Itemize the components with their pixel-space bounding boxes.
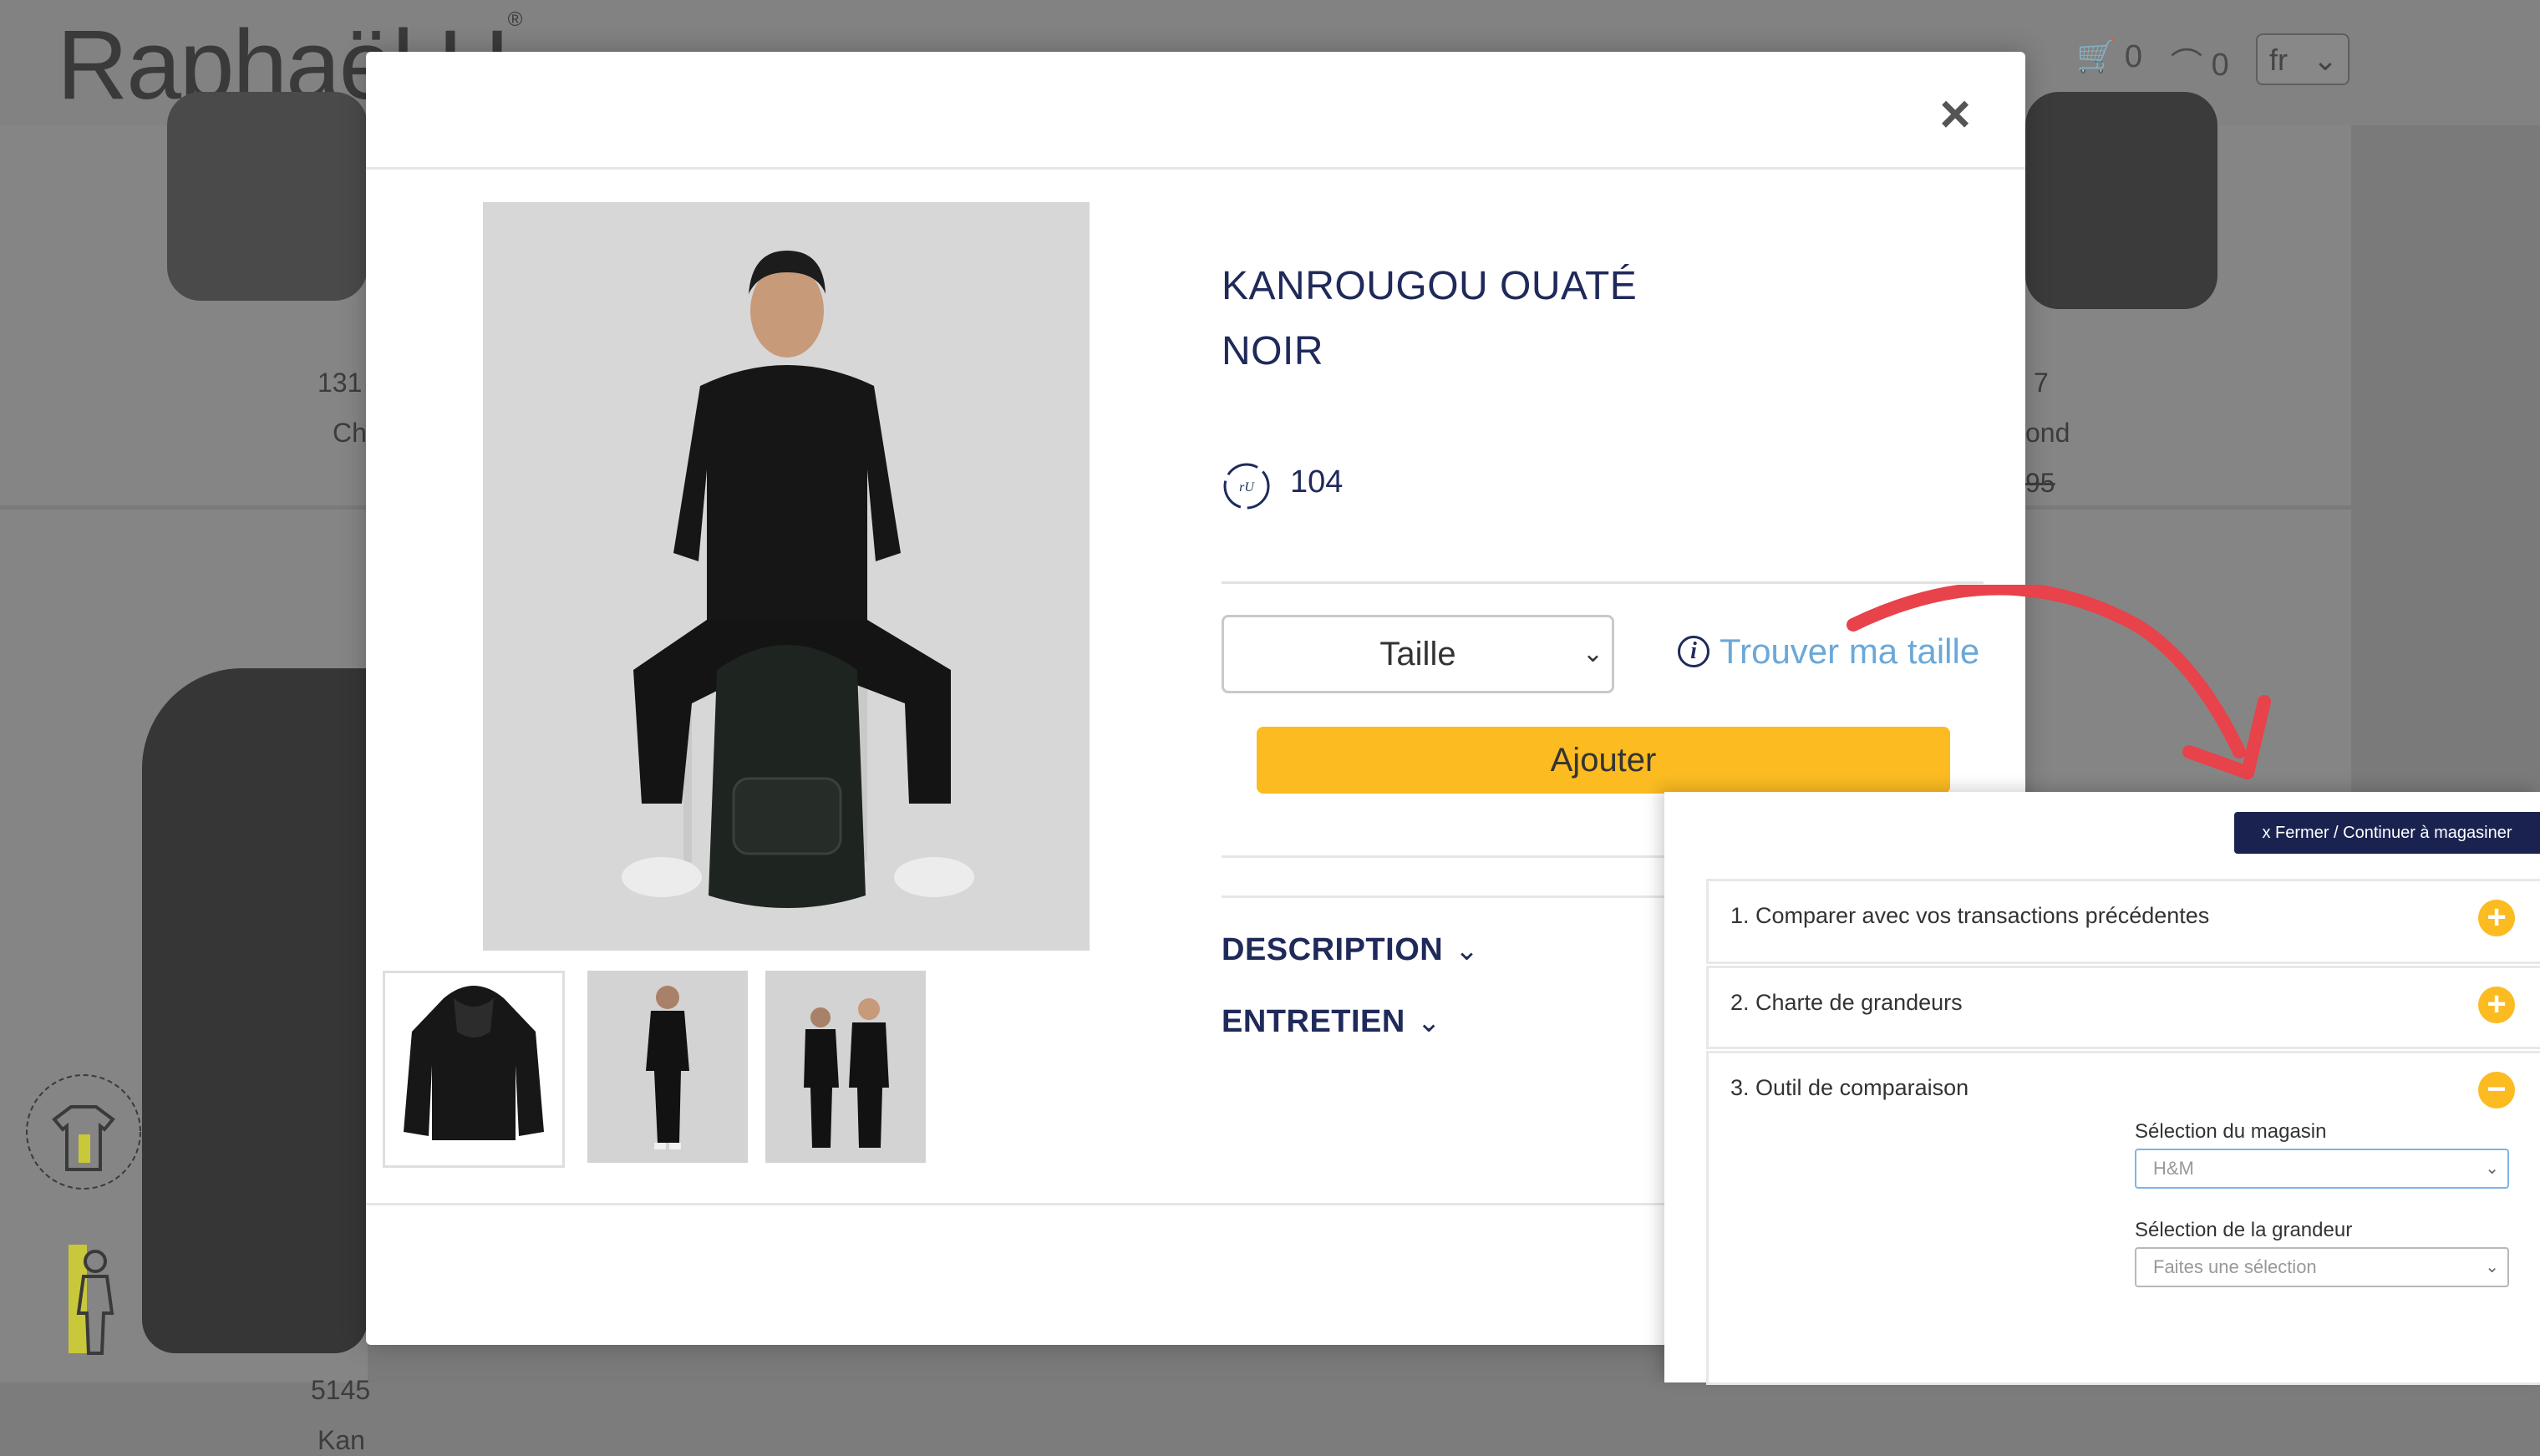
close-icon[interactable]: × <box>1930 87 1980 140</box>
size-select[interactable]: Taille ⌄ <box>1222 615 1614 693</box>
info-icon: i <box>1678 636 1709 667</box>
size-comparison-select[interactable]: Faites une sélection ⌄ <box>2135 1247 2509 1287</box>
divider <box>1222 581 1984 584</box>
language-select[interactable]: fr ⌄ <box>2256 33 2350 85</box>
product-card[interactable]: 7 ond 95 <box>2025 92 2351 505</box>
product-code: 7 <box>2034 368 2049 398</box>
wishlist-count: 0 <box>2211 48 2229 83</box>
thumbnail-couple[interactable] <box>765 971 926 1163</box>
product-image <box>142 668 368 1353</box>
section-size-chart[interactable]: 2. Charte de grandeurs + <box>1706 966 2540 1049</box>
accordion-description[interactable]: DESCRIPTION ⌄ <box>1222 932 1479 968</box>
product-price: 95 <box>2025 468 2055 498</box>
wishlist-button[interactable]: ⌒ 0 <box>2171 38 2229 84</box>
product-name: ond <box>2025 418 2070 448</box>
size-select-label: Sélection de la grandeur <box>2135 1219 2353 1241</box>
minus-icon[interactable]: − <box>2478 1072 2515 1108</box>
chevron-down-icon: ⌄ <box>1416 1007 1441 1038</box>
chevron-down-icon: ⌄ <box>1582 640 1603 667</box>
cart-icon: 🛒 <box>2076 39 2116 74</box>
store-select[interactable]: H&M ⌄ <box>2135 1149 2509 1189</box>
plus-icon[interactable]: + <box>2478 987 2515 1023</box>
chevron-down-icon: ⌄ <box>1455 935 1480 966</box>
thumbnail-hoodie[interactable] <box>383 971 565 1168</box>
size-finder-panel: x Fermer / Continuer à magasiner 1. Comp… <box>1664 792 2540 1385</box>
product-image <box>167 92 368 301</box>
product-name: Kan <box>318 1425 365 1455</box>
svg-text:rU: rU <box>1239 480 1255 495</box>
section-compare-transactions[interactable]: 1. Comparer avec vos transactions précéd… <box>1706 879 2540 964</box>
recycled-badge-icon <box>26 1074 141 1190</box>
product-code: 131 <box>318 368 363 398</box>
accordion-care[interactable]: ENTRETIEN ⌄ <box>1222 1004 1441 1040</box>
cart-count: 0 <box>2124 39 2143 74</box>
product-name: Ch <box>333 418 367 448</box>
divider <box>366 167 2025 170</box>
product-card[interactable]: 131 Ch <box>0 92 368 505</box>
thumbnail-woman-standing[interactable] <box>587 971 748 1163</box>
chevron-down-icon: ⌄ <box>2485 1159 2499 1178</box>
product-title: KANROUGOU OUATÉ NOIR <box>1222 264 1638 373</box>
annotation-arrow-icon <box>1847 585 2271 779</box>
product-code: 5145 <box>311 1375 371 1405</box>
product-image <box>2025 92 2217 309</box>
loyalty-points-icon: rU <box>1223 463 1270 510</box>
store-select-label: Sélection du magasin <box>2135 1120 2327 1143</box>
chevron-down-icon: ⌄ <box>2485 1258 2499 1276</box>
chevron-down-icon: ⌄ <box>2312 43 2338 77</box>
close-continue-shopping-button[interactable]: x Fermer / Continuer à magasiner <box>2234 812 2540 854</box>
plus-icon[interactable]: + <box>2478 900 2515 936</box>
hanger-icon: ⌒ <box>2171 48 2203 83</box>
loyalty-points-value: 104 <box>1290 464 1344 500</box>
product-main-image[interactable] <box>483 202 1090 951</box>
non-gender-badge-icon <box>69 1245 114 1355</box>
section-comparison-tool: 3. Outil de comparaison − Sélection du m… <box>1706 1051 2540 1385</box>
cart-button[interactable]: 🛒 0 <box>2076 38 2142 75</box>
